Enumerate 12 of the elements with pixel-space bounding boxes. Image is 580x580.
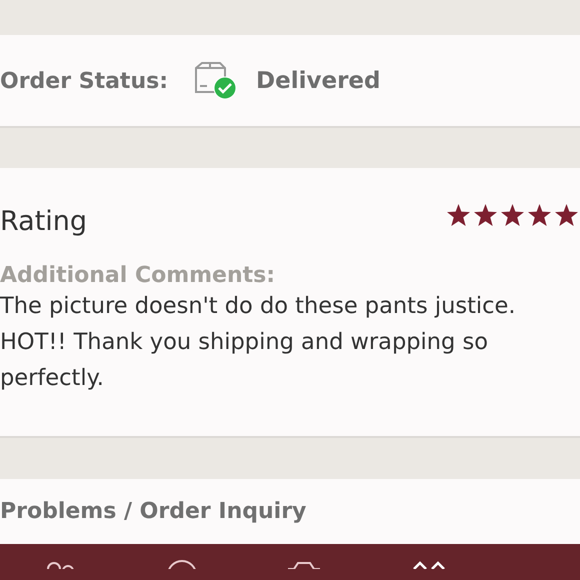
status-value: Delivered bbox=[256, 68, 380, 94]
delivered-box-icon bbox=[192, 62, 238, 100]
problems-title: Problems / Order Inquiry bbox=[0, 499, 306, 524]
star-icon bbox=[528, 204, 551, 226]
star-icon bbox=[447, 204, 470, 226]
star-icon bbox=[474, 204, 497, 226]
comment-text: The picture doesn't do do these pants justice. HOT!! Thank you shipping and wrapping so perfectly. bbox=[0, 292, 517, 393]
comments-label: Additional Comments: bbox=[0, 263, 276, 288]
star-icon bbox=[501, 204, 524, 226]
rating-title: Rating bbox=[0, 206, 88, 237]
status-label: Order Status: bbox=[0, 68, 168, 94]
star-icon bbox=[555, 204, 578, 226]
